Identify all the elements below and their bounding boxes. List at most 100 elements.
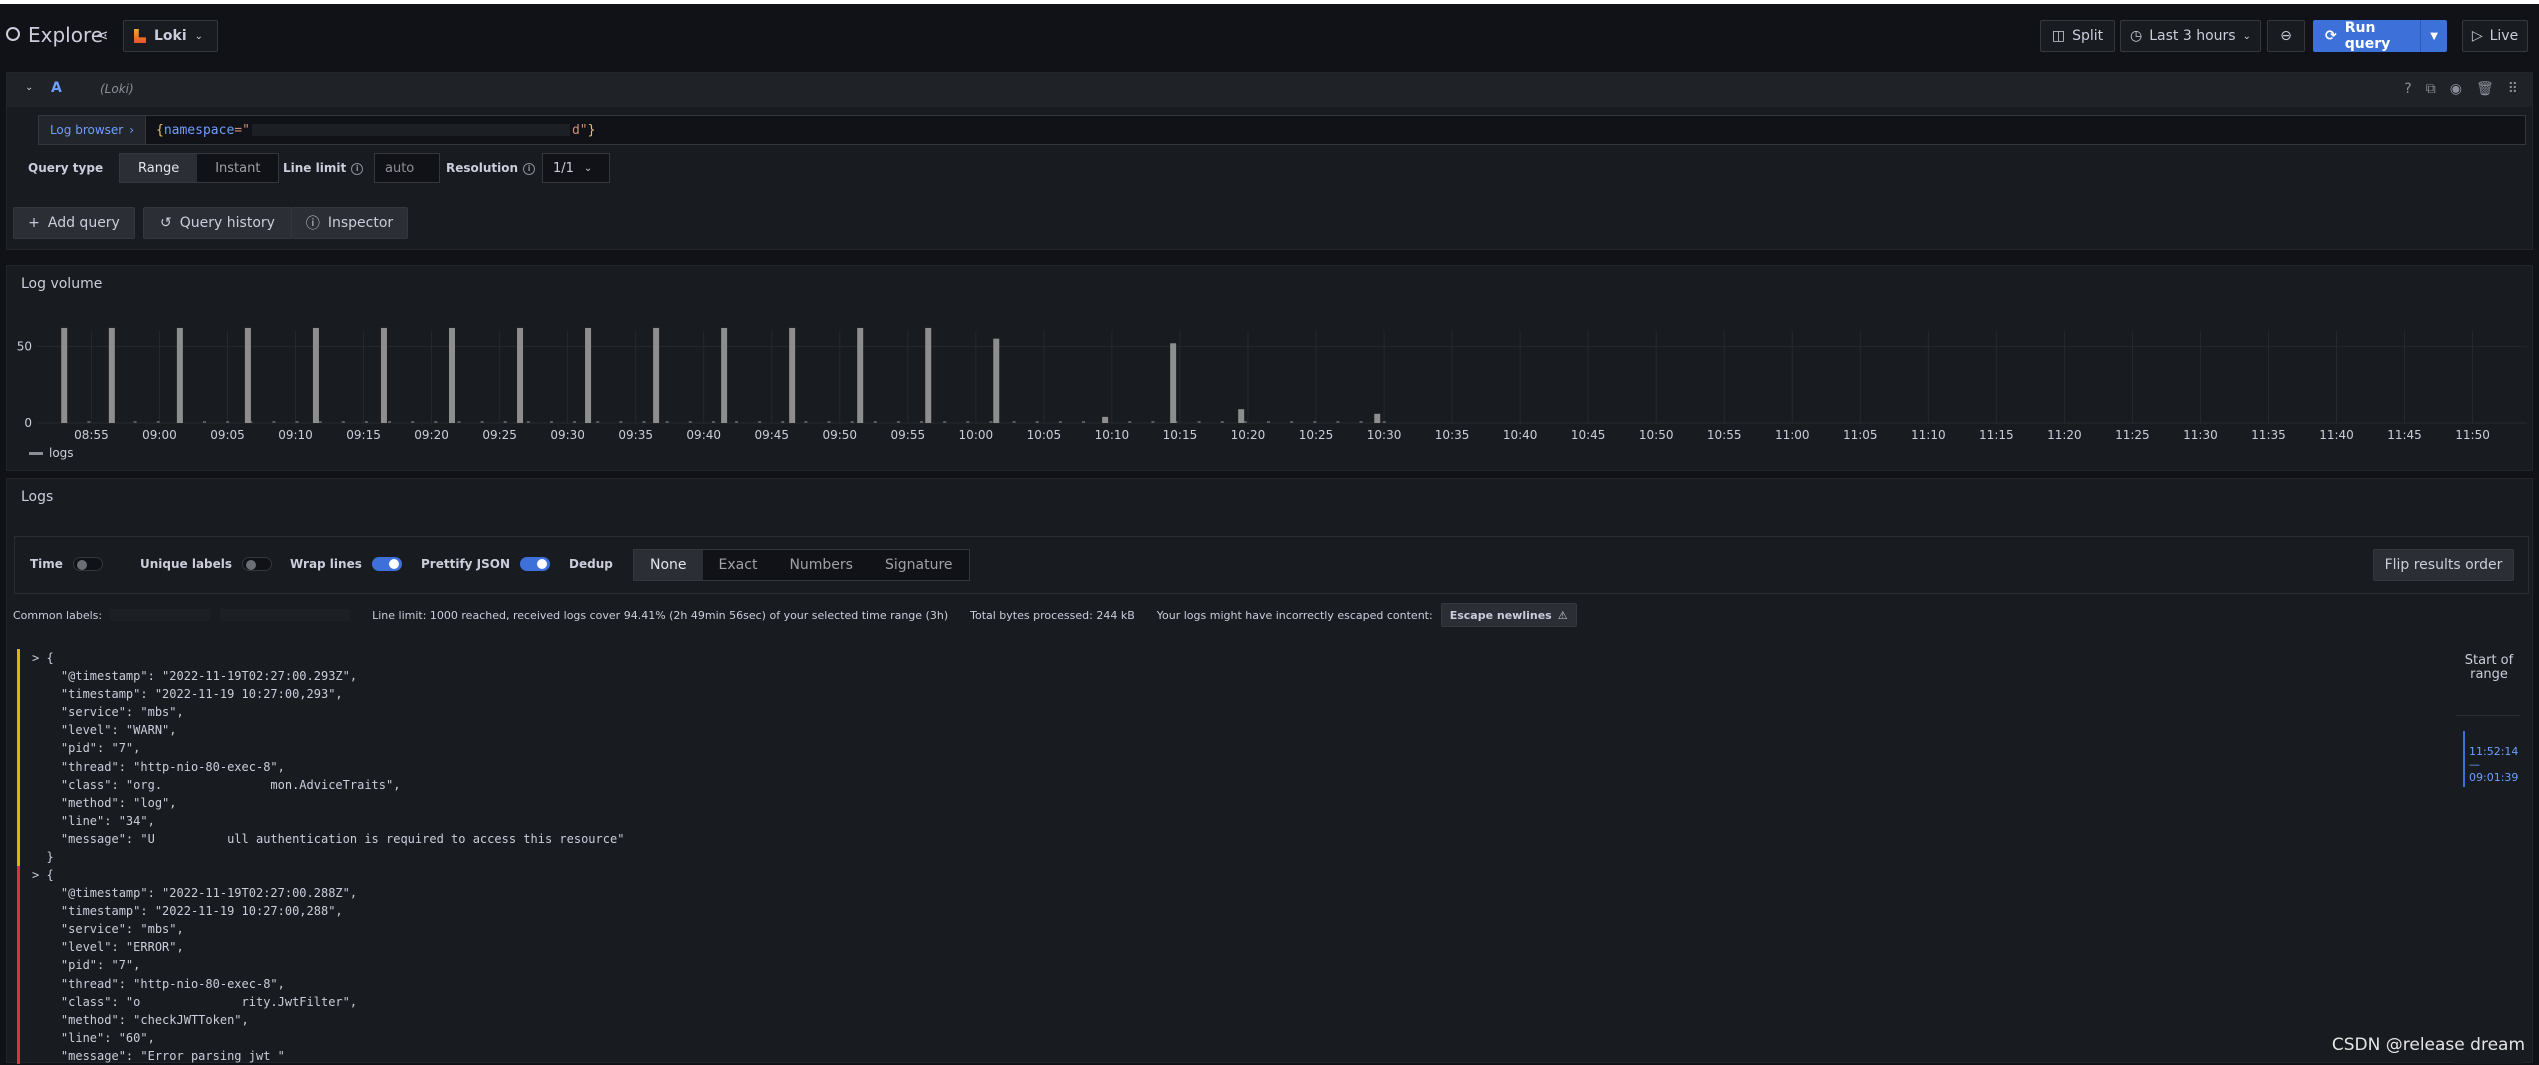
baseline-tick <box>850 421 854 423</box>
baseline-tick <box>1081 421 1085 423</box>
line-limit-input[interactable]: auto <box>374 153 440 183</box>
query-history-button[interactable]: ↺ Query history <box>143 207 292 239</box>
drag-handle-icon[interactable]: ⠿ <box>2508 81 2518 97</box>
baseline-tick <box>920 421 924 423</box>
volume-bar <box>517 327 524 423</box>
query-input[interactable]: { namespace =" d" } <box>145 115 2526 145</box>
baseline-tick <box>156 421 160 423</box>
baseline-tick <box>1382 421 1386 423</box>
inspector-button[interactable]: ⓘ Inspector <box>291 207 408 239</box>
prettify-json-label: Prettify JSON <box>421 557 511 571</box>
live-button[interactable]: ▷ Live <box>2462 20 2528 52</box>
baseline-tick <box>1313 421 1317 423</box>
x-tick-label: 10:10 <box>1095 428 1130 442</box>
baseline-tick <box>295 421 299 423</box>
time-toggle-label: Time <box>30 557 63 571</box>
dedup-exact[interactable]: Exact <box>703 550 774 580</box>
help-icon[interactable]: ? <box>2404 81 2411 97</box>
add-query-button[interactable]: + Add query <box>13 207 135 239</box>
x-tick-label: 09:20 <box>414 428 449 442</box>
query-datasource-hint: (Loki) <box>100 82 134 96</box>
collapse-chevron-icon[interactable]: ⌄ <box>25 82 33 93</box>
query-type-label: Query type <box>28 161 104 175</box>
escape-warning: Your logs might have incorrectly escaped… <box>1156 608 1433 622</box>
log-line-content: > { "@timestamp": "2022-11-19T02:27:00.2… <box>32 651 625 865</box>
dedup-none[interactable]: None <box>634 550 703 580</box>
query-brace-close: } <box>587 122 596 138</box>
baseline-tick <box>272 421 276 423</box>
zoom-out-button[interactable]: ⊖ <box>2267 20 2305 52</box>
resolution-select[interactable]: 1/1 ⌄ <box>542 153 610 183</box>
refresh-icon: ⟳ <box>2325 28 2337 44</box>
dedup-signature[interactable]: Signature <box>869 550 969 580</box>
range-time-span[interactable]: 11:52:14 — 09:01:39 <box>2469 745 2518 784</box>
prettify-json-toggle[interactable]: Prettify JSON <box>421 557 551 571</box>
duplicate-icon[interactable]: ⧉ <box>2426 81 2436 97</box>
chart-legend[interactable]: logs <box>29 446 74 460</box>
x-tick-label: 11:10 <box>1911 428 1946 442</box>
baseline-tick <box>1220 421 1224 423</box>
logs-panel: Logs Time Unique labels Wrap lines Prett… <box>6 478 2533 1064</box>
baseline-tick <box>1267 421 1271 423</box>
unique-labels-switch[interactable] <box>242 557 273 571</box>
run-query-dropdown[interactable]: ▼ <box>2420 20 2447 52</box>
wrap-lines-switch[interactable] <box>371 557 402 571</box>
query-label-value: d" <box>571 122 588 138</box>
query-type-instant[interactable]: Instant <box>197 154 278 182</box>
volume-bar <box>857 327 864 423</box>
log-browser-button[interactable]: Log browser › <box>38 115 146 145</box>
trash-icon[interactable]: 🗑 <box>2476 81 2494 97</box>
share-icon[interactable]: ⋖ <box>96 26 109 44</box>
zoom-out-icon: ⊖ <box>2280 28 2292 44</box>
baseline-tick <box>1243 421 1247 423</box>
dedup-numbers[interactable]: Numbers <box>773 550 869 580</box>
x-tick-label: 09:40 <box>686 428 721 442</box>
flip-results-button[interactable]: Flip results order <box>2373 549 2514 581</box>
y-tick-label: 0 <box>24 416 32 430</box>
datasource-picker[interactable]: Loki ⌄ <box>123 20 218 52</box>
run-query-button[interactable]: ⟳ Run query ▼ <box>2313 20 2447 52</box>
start-of-range-button[interactable]: Start of range <box>2463 654 2515 682</box>
info-icon[interactable]: i <box>523 162 536 175</box>
log-row[interactable]: > { "@timestamp": "2022-11-19T02:27:00.2… <box>17 866 2454 1064</box>
top-strip <box>0 0 2539 4</box>
x-tick-label: 10:05 <box>1027 428 1062 442</box>
volume-bar <box>1238 409 1245 423</box>
chevron-down-icon: ▼ <box>2430 30 2438 42</box>
volume-bar <box>925 327 932 423</box>
baseline-tick <box>711 421 715 423</box>
log-row[interactable]: > { "@timestamp": "2022-11-19T02:27:00.2… <box>17 649 2454 866</box>
query-type-range[interactable]: Range <box>120 154 198 182</box>
time-range-picker[interactable]: ◷ Last 3 hours ⌄ <box>2120 20 2261 52</box>
unique-labels-toggle[interactable]: Unique labels <box>140 557 273 571</box>
info-circle-icon: ⓘ <box>305 216 320 232</box>
baseline-tick <box>434 421 438 423</box>
volume-bar <box>789 327 796 423</box>
legend-label: logs <box>49 446 74 460</box>
info-icon[interactable]: i <box>351 162 364 175</box>
x-tick-label: 10:55 <box>1707 428 1742 442</box>
split-button[interactable]: ◫ Split <box>2040 20 2115 52</box>
time-switch[interactable] <box>72 557 103 571</box>
run-query-label: Run query <box>2344 20 2391 52</box>
x-tick-label: 11:50 <box>2455 428 2490 442</box>
eye-icon[interactable]: ◉ <box>2450 81 2462 97</box>
escape-newlines-button[interactable]: Escape newlines ⚠ <box>1440 603 1577 627</box>
wrap-lines-toggle[interactable]: Wrap lines <box>290 557 402 571</box>
prettify-json-switch[interactable] <box>520 557 551 571</box>
volume-bar <box>1102 416 1109 423</box>
line-limit-status: Line limit: 1000 reached, received logs … <box>372 608 949 622</box>
time-toggle[interactable]: Time <box>30 557 103 571</box>
baseline-tick <box>480 421 484 423</box>
volume-bar <box>993 338 1000 423</box>
x-tick-label: 11:30 <box>2183 428 2218 442</box>
query-type-radio: Range Instant <box>119 153 280 183</box>
baseline-tick <box>873 421 877 423</box>
volume-bar <box>449 327 455 423</box>
query-letter[interactable]: A <box>51 80 62 96</box>
baseline-tick <box>318 421 322 423</box>
range-divider <box>2456 715 2520 716</box>
x-tick-label: 10:00 <box>959 428 994 442</box>
x-tick-label: 11:35 <box>2251 428 2286 442</box>
plus-icon: + <box>28 215 40 231</box>
